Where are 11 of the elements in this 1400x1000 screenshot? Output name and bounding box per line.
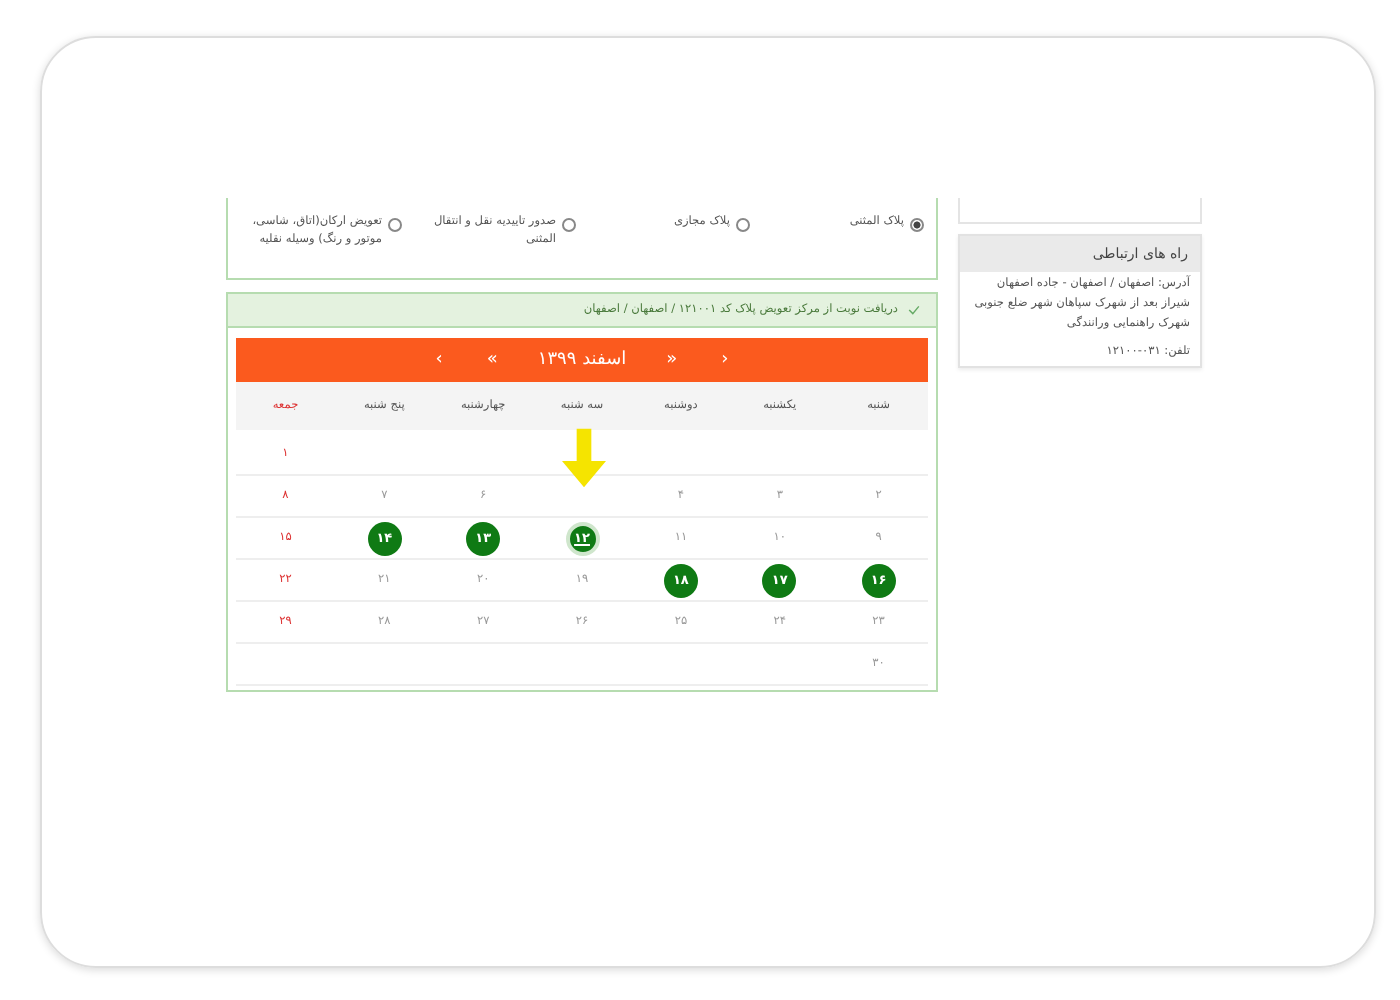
arrow-icon — [562, 426, 606, 490]
next-year-button[interactable]: » — [482, 350, 502, 370]
next-month-button[interactable]: › — [431, 350, 447, 370]
radio-button[interactable] — [910, 218, 924, 232]
month-title: اسفند ۱۳۹۹ — [537, 350, 627, 370]
check-icon — [908, 304, 920, 316]
radio-button[interactable] — [562, 218, 576, 232]
radio-button[interactable] — [736, 218, 750, 232]
prev-year-button[interactable]: « — [662, 350, 682, 370]
radio-button[interactable] — [388, 218, 402, 232]
prev-month-button[interactable]: ‹ — [717, 350, 733, 370]
